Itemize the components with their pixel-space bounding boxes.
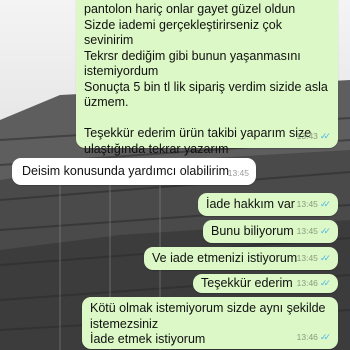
message-time: 13:46: [296, 331, 318, 342]
message-bubble-outgoing[interactable]: Teşekkür ederim 13:46 ✓✓: [193, 274, 338, 293]
double-check-icon: ✓✓: [319, 331, 331, 342]
message-bubble-outgoing[interactable]: Bunu biliyorum 13:45 ✓✓: [203, 220, 338, 243]
message-meta: 13:46 ✓✓: [297, 276, 331, 292]
message-time: 13:43: [296, 130, 318, 141]
message-meta: 13:45 ✓✓: [297, 251, 331, 267]
message-bubble-outgoing[interactable]: İade hakkım var 13:45 ✓✓: [198, 193, 338, 216]
message-bubble-outgoing[interactable]: Ve iade etmenizi istiyorum 13:45 ✓✓: [144, 247, 338, 270]
message-bubble-outgoing[interactable]: pantolon hariç onlar gayet güzel oldun S…: [76, 0, 338, 156]
message-bubble-incoming[interactable]: Deisim konusunda yardımcı olabilirim 13:…: [12, 158, 256, 185]
message-meta: 13:43 ✓✓: [297, 129, 331, 145]
double-check-icon: ✓✓: [319, 252, 331, 263]
message-time: 13:45: [296, 225, 318, 236]
message-meta: 13:45 ✓✓: [297, 224, 331, 240]
message-time: 13:46: [296, 277, 318, 288]
double-check-icon: ✓✓: [319, 198, 331, 209]
message-text: pantolon hariç onlar gayet güzel oldun S…: [84, 2, 328, 156]
message-bubble-outgoing[interactable]: Kötü olmak istemiyorum sizde aynı şekild…: [82, 297, 338, 349]
double-check-icon: ✓✓: [319, 130, 331, 141]
message-text: Deisim konusunda yardımcı olabilirim: [22, 164, 230, 178]
message-time: 13:45: [296, 252, 318, 263]
message-time: 13:45: [227, 167, 249, 178]
message-text: Kötü olmak istemiyorum sizde aynı şekild…: [90, 301, 326, 346]
double-check-icon: ✓✓: [319, 225, 331, 236]
double-check-icon: ✓✓: [319, 277, 331, 288]
message-meta: 13:45 ✓✓: [297, 197, 331, 213]
message-meta: 13:45: [228, 166, 249, 182]
message-meta: 13:46 ✓✓: [297, 330, 331, 346]
message-time: 13:45: [296, 198, 318, 209]
